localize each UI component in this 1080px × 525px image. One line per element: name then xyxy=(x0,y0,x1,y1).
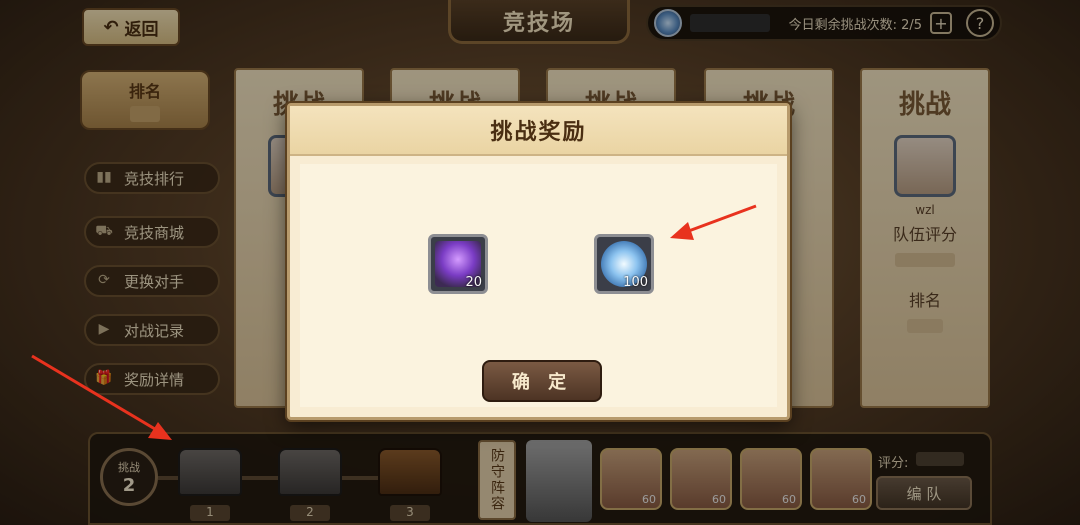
reward-quantity: 20 xyxy=(465,275,482,290)
reward-item[interactable]: 20 xyxy=(428,234,488,294)
confirm-button[interactable]: 确 定 xyxy=(482,360,602,402)
challenge-reward-dialog: 挑战奖励 20 100 确 定 xyxy=(287,103,790,420)
reward-item[interactable]: 100 xyxy=(594,234,654,294)
reward-quantity: 100 xyxy=(623,275,648,290)
dialog-title: 挑战奖励 xyxy=(290,106,787,156)
